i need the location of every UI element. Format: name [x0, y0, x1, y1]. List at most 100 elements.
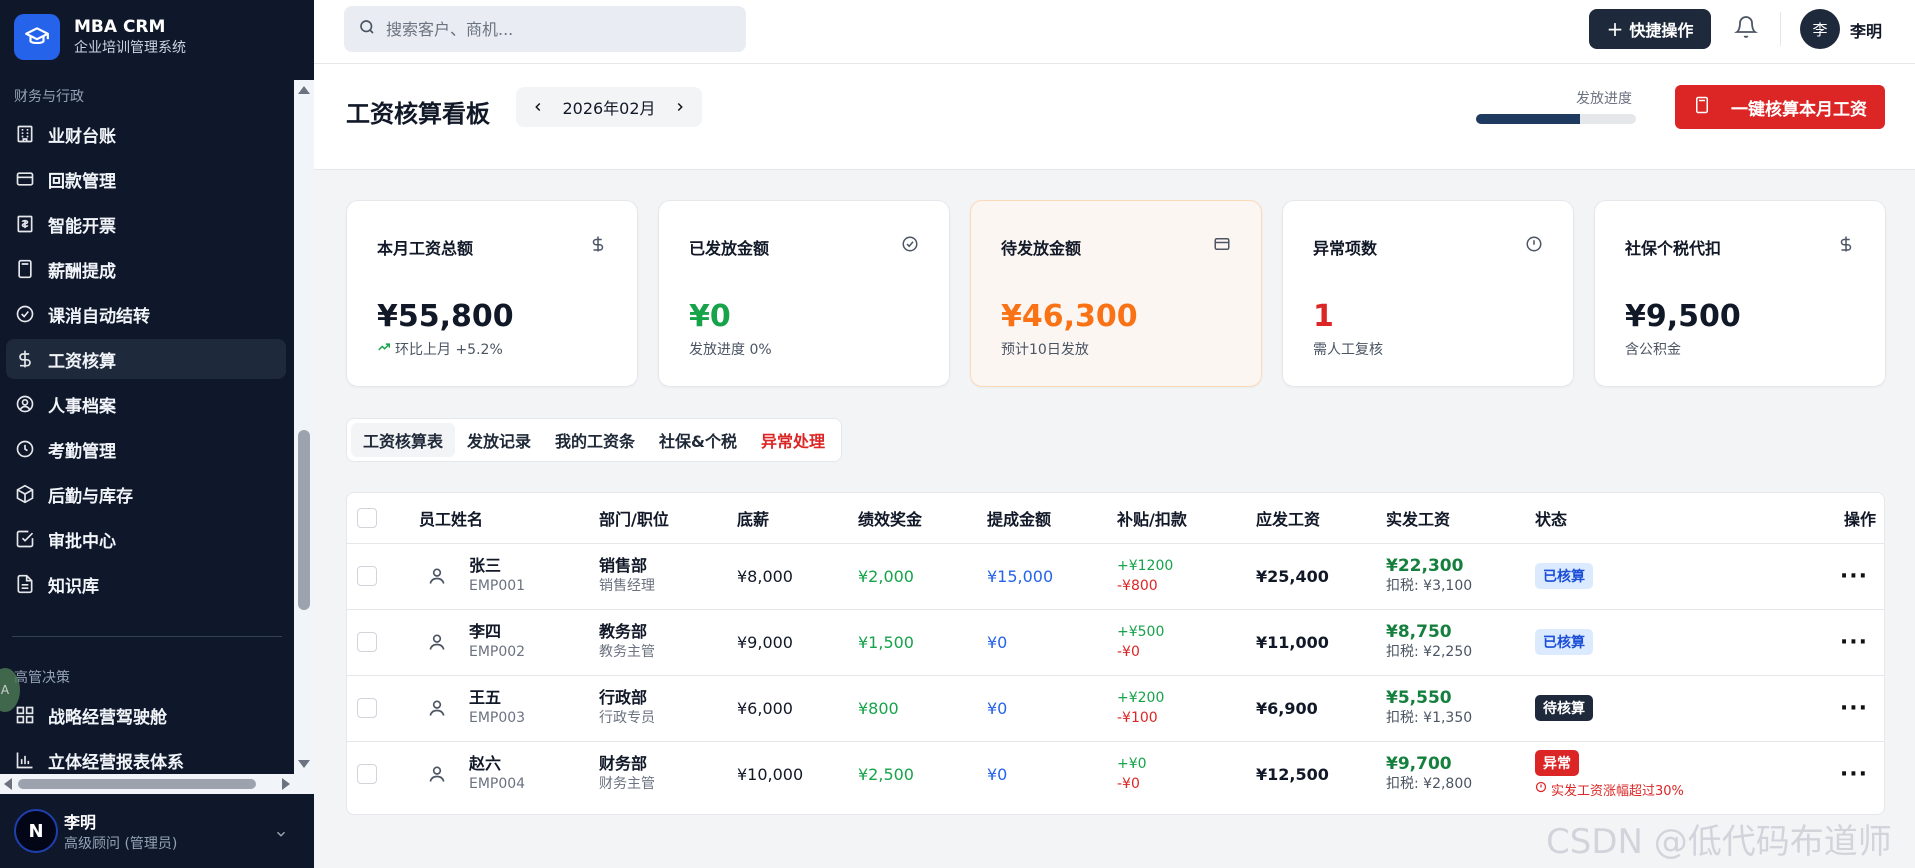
sidebar-item-logistics[interactable]: 后勤与库存	[6, 474, 286, 514]
tab-anomalies[interactable]: 异常处理	[749, 423, 837, 457]
more-actions-icon[interactable]: ···	[1715, 609, 1884, 676]
table-row[interactable]: 赵六 EMP004 财务部 财务主管 ¥10,000 ¥2,500 ¥0 +¥0 -¥0 ¥12,…	[347, 741, 1884, 807]
scroll-thumb[interactable]	[298, 430, 310, 610]
commission: ¥0	[987, 609, 1117, 676]
more-actions-icon[interactable]: ···	[1715, 741, 1884, 807]
status-badge: 异常	[1535, 749, 1579, 776]
clock-icon	[14, 438, 36, 460]
department: 教务部	[599, 622, 648, 641]
col-header[interactable]: 应发工资	[1256, 493, 1386, 544]
user-icon	[427, 632, 447, 652]
commission: ¥0	[987, 764, 1008, 784]
tab-payroll-sheet[interactable]: 工资核算表	[351, 423, 456, 457]
select-all-checkbox[interactable]	[357, 507, 377, 528]
employee-name[interactable]: 赵六	[469, 754, 525, 774]
tab-social-tax[interactable]: 社保&个税	[647, 423, 749, 457]
progress-label: 发放进度	[1576, 91, 1632, 107]
job-title: 行政专员	[599, 710, 655, 726]
sidebar-item-payment[interactable]: 回款管理	[6, 159, 286, 199]
deduction: -¥100	[1117, 710, 1158, 726]
brand[interactable]: MBA CRM 企业培训管理系统	[14, 14, 186, 60]
dollar-icon	[587, 233, 609, 255]
bell-icon[interactable]	[1734, 14, 1762, 44]
sidebar-horizontal-scrollbar[interactable]	[0, 774, 294, 794]
row-checkbox[interactable]	[357, 632, 377, 652]
search-input[interactable]	[386, 19, 726, 39]
sidebar-item-payroll[interactable]: 工资核算	[6, 339, 286, 379]
sidebar-item-reports[interactable]: 立体经营报表体系	[6, 740, 286, 774]
grid-icon	[14, 704, 36, 726]
user-icon	[427, 566, 447, 586]
more-actions-icon[interactable]: ···	[1715, 675, 1884, 742]
row-checkbox[interactable]	[357, 698, 377, 718]
allowance: +¥1200	[1117, 558, 1174, 574]
user-icon	[427, 698, 447, 718]
employee-name[interactable]: 王五	[469, 688, 525, 708]
user-role: 高级顾问 (管理员)	[64, 836, 178, 852]
sidebar-item-strategy-cockpit[interactable]: 战略经营驾驶舱	[6, 695, 286, 735]
chevron-down-icon[interactable]	[274, 826, 288, 845]
sidebar-item-invoice[interactable]: 智能开票	[6, 204, 286, 244]
payout-progress-bar	[1476, 114, 1636, 124]
sidebar-item-approval[interactable]: 审批中心	[6, 519, 286, 559]
card-subtext: 预计10日发放	[1001, 342, 1089, 358]
scroll-right-icon[interactable]	[282, 778, 290, 790]
scrollbar-corner	[294, 774, 314, 794]
chevron-left-icon[interactable]	[528, 97, 548, 117]
avatar[interactable]: 李	[1800, 9, 1840, 49]
sidebar-item-ledger[interactable]: 业财台账	[6, 114, 286, 154]
chevron-right-icon[interactable]	[670, 97, 690, 117]
col-header[interactable]: 绩效奖金	[858, 493, 987, 544]
job-title: 销售经理	[599, 578, 655, 594]
scroll-up-icon[interactable]	[298, 86, 310, 94]
sidebar-item-hr-records[interactable]: 人事档案	[6, 384, 286, 424]
trend-up-icon	[377, 340, 391, 358]
month-picker[interactable]: 2026年02月	[516, 87, 702, 127]
quick-action-button[interactable]: + 快捷操作	[1589, 9, 1711, 49]
scroll-down-icon[interactable]	[298, 760, 310, 768]
deduction: -¥800	[1117, 578, 1158, 594]
col-header[interactable]: 操作	[1715, 493, 1884, 544]
sidebar-item-commission[interactable]: 薪酬提成	[6, 249, 286, 289]
table-row[interactable]: 李四 EMP002 教务部 教务主管 ¥9,000 ¥1,500 ¥0 +¥500 -¥0 ¥11…	[347, 609, 1884, 676]
col-header[interactable]: 部门/职位	[599, 493, 737, 544]
document-icon	[14, 573, 36, 595]
card-icon	[14, 168, 36, 190]
row-checkbox[interactable]	[357, 566, 377, 586]
col-header[interactable]: 提成金额	[987, 493, 1117, 544]
employee-id: EMP003	[469, 710, 526, 726]
sidebar-item-attendance[interactable]: 考勤管理	[6, 429, 286, 469]
tab-payout-records[interactable]: 发放记录	[455, 423, 543, 457]
calculate-payroll-button[interactable]: 一键核算本月工资	[1675, 85, 1885, 129]
search-box[interactable]	[344, 6, 746, 52]
sidebar-item-label: 知识库	[48, 576, 99, 597]
table-row[interactable]: 王五 EMP003 行政部 行政专员 ¥6,000 ¥800 ¥0 +¥200 -¥100 ¥6,…	[347, 675, 1884, 742]
col-header[interactable]: 底薪	[737, 493, 858, 544]
sidebar-nav: 财务与行政 业财台账 回款管理 智能开票 薪酬提成 课消自动结转 工资核算 人事…	[0, 80, 294, 774]
col-header[interactable]: 状态	[1535, 493, 1715, 544]
sidebar-item-knowledge[interactable]: 知识库	[6, 564, 286, 604]
scroll-left-icon[interactable]	[4, 778, 12, 790]
watermark: CSDN @低代码布道师	[1546, 822, 1892, 862]
anomaly-warning: 实发工资涨幅超过30%	[1535, 780, 1715, 799]
employee-name[interactable]: 张三	[469, 556, 525, 576]
employee-name[interactable]: 李四	[469, 622, 525, 642]
more-actions-icon[interactable]: ···	[1715, 543, 1884, 610]
col-header[interactable]: 员工姓名	[419, 493, 599, 544]
col-header[interactable]: 补贴/扣款	[1117, 493, 1256, 544]
tab-my-payslip[interactable]: 我的工资条	[543, 423, 647, 457]
sidebar-item-course-settlement[interactable]: 课消自动结转	[6, 294, 286, 334]
username[interactable]: 李明	[1850, 18, 1882, 42]
card-value: ¥0	[689, 299, 731, 334]
gross-pay: ¥12,500	[1256, 764, 1329, 784]
table-row[interactable]: 张三 EMP001 销售部 销售经理 ¥8,000 ¥2,000 ¥15,000 +¥1200…	[347, 543, 1884, 610]
row-checkbox[interactable]	[357, 764, 377, 785]
employee-id: EMP004	[469, 776, 526, 793]
sidebar-user[interactable]: N 李明 高级顾问 (管理员)	[0, 794, 314, 868]
job-title: 教务主管	[599, 644, 655, 660]
nav-section-exec: 高管决策	[14, 670, 70, 686]
col-header[interactable]: 实发工资	[1386, 493, 1535, 544]
scroll-thumb[interactable]	[18, 779, 256, 789]
card-title: 本月工资总额	[377, 239, 474, 258]
sidebar-vertical-scrollbar[interactable]	[294, 80, 314, 774]
